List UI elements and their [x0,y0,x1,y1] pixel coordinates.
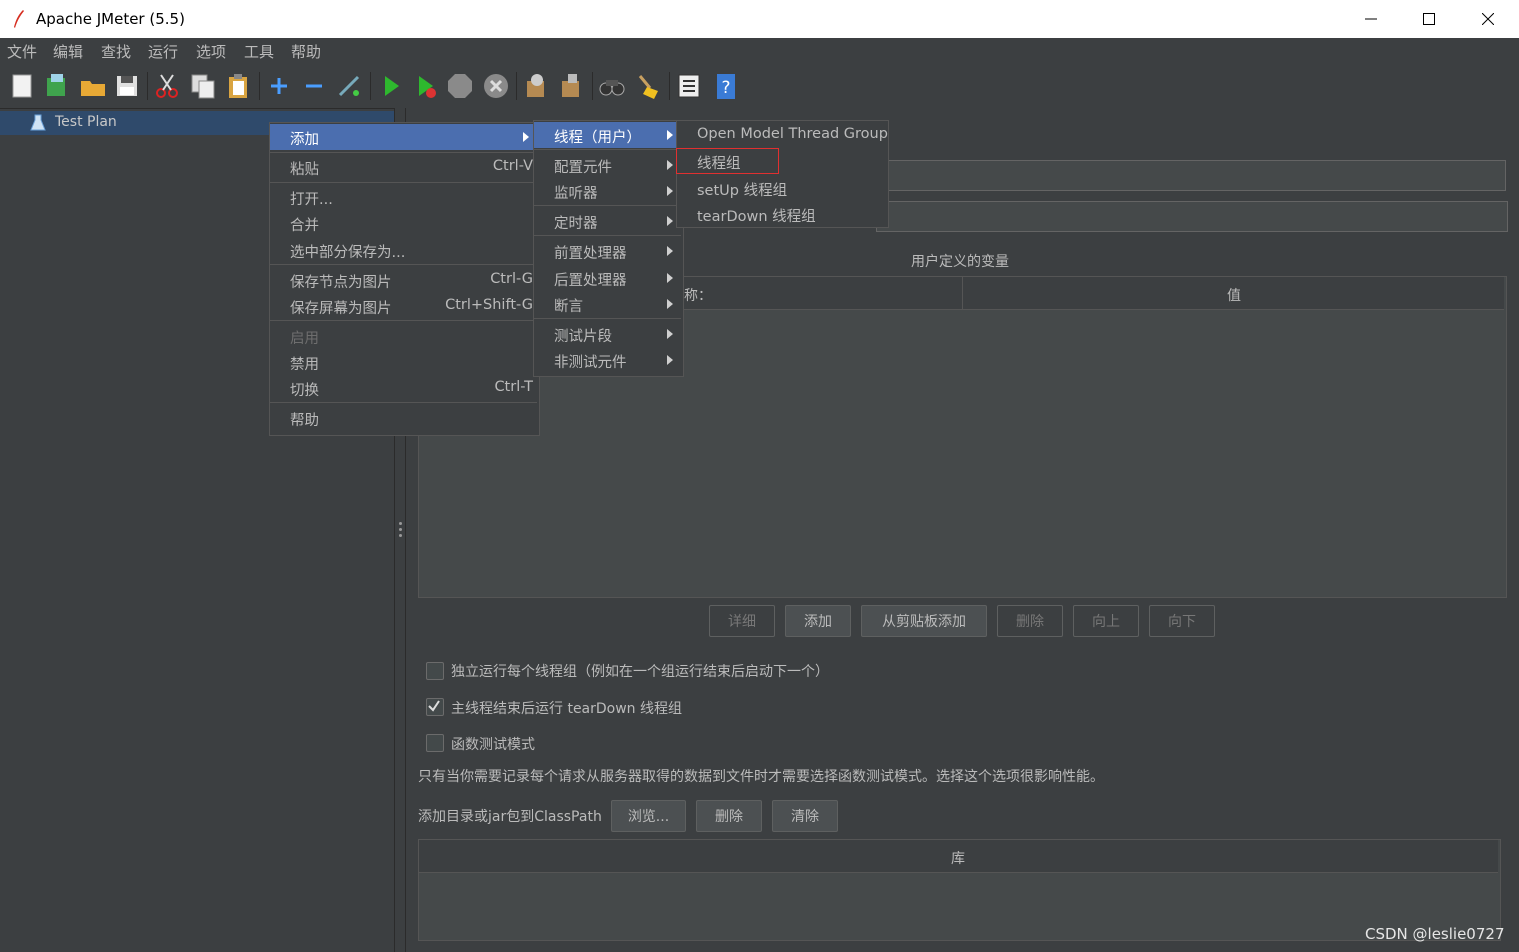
menu-help[interactable]: 帮助 [291,41,321,62]
function-helper-icon[interactable] [675,72,703,100]
save-icon[interactable] [113,72,141,100]
submenu-arrow-icon [523,132,529,142]
ctx-open[interactable]: 打开... [270,184,537,210]
browse-button[interactable]: 浏览... [611,800,686,832]
thread-group-item[interactable]: 线程组 [676,148,886,174]
ctx-save-screen-image[interactable]: 保存屏幕为图片 Ctrl+Shift-G [270,293,537,319]
classpath-delete-button[interactable]: 删除 [696,800,762,832]
minimize-button[interactable] [1342,0,1400,38]
cut-icon[interactable] [153,72,181,100]
library-col[interactable]: 库 [951,848,965,868]
menu-options[interactable]: 选项 [196,41,226,62]
close-button[interactable] [1459,0,1517,38]
down-button[interactable]: 向下 [1149,605,1215,637]
ctx-disable[interactable]: 禁用 [270,349,537,375]
ctx-save-selection[interactable]: 选中部分保存为... [270,237,537,263]
submenu-timer[interactable]: 定时器 [534,208,681,234]
ctx-help[interactable]: 帮助 [270,405,537,431]
classpath-label: 添加目录或jar包到ClassPath [418,809,602,825]
test-plan-flask-icon [30,114,46,131]
context-menu: 添加 粘贴 Ctrl-V 打开... 合并 选中部分保存为... 保存节点为图片 C… [269,122,540,436]
udv-col-name[interactable]: 称： [684,285,712,305]
search-binoculars-icon[interactable] [598,72,626,100]
name-field[interactable] [876,160,1506,191]
serial-threadgroups-label: 独立运行每个线程组（例如在一个组运行结束后启动下一个） [451,664,829,680]
csdn-watermark: CSDN @leslie0727 [1365,925,1505,943]
detail-button[interactable]: 详细 [709,605,775,637]
library-table-header: 库 [419,840,1498,873]
functional-mode-label: 函数测试模式 [451,737,535,753]
title-bar: Apache JMeter (5.5) [0,0,1519,38]
library-table[interactable]: 库 [418,839,1501,941]
up-button[interactable]: 向上 [1073,605,1139,637]
templates-icon[interactable] [43,72,71,100]
collapse-all-icon[interactable] [300,72,328,100]
stop-icon[interactable] [446,72,474,100]
ctx-add[interactable]: 添加 [270,124,537,150]
open-icon[interactable] [79,72,107,100]
expand-all-icon[interactable] [265,72,293,100]
minimize-icon [1365,18,1377,20]
paste-icon[interactable] [224,72,252,100]
functional-mode-note: 只有当你需要记录每个请求从服务器取得的数据到文件时才需要选择函数测试模式。选择这… [418,769,1104,785]
shutdown-icon[interactable] [482,72,510,100]
classpath-clear-button[interactable]: 清除 [772,800,838,832]
delete-button[interactable]: 删除 [997,605,1063,637]
udv-title: 用户定义的变量 [911,254,1009,270]
maximize-button[interactable] [1400,0,1458,38]
functional-mode-checkbox[interactable] [426,734,444,752]
help-icon[interactable]: ? [712,72,740,100]
close-icon [1482,13,1494,25]
submenu-test-fragment[interactable]: 测试片段 [534,321,681,347]
menu-file[interactable]: 文件 [7,41,37,62]
ctx-merge[interactable]: 合并 [270,210,537,236]
new-icon[interactable] [9,72,37,100]
check-icon [428,700,440,712]
comments-field[interactable] [876,201,1508,232]
teardown-checkbox[interactable] [426,698,444,716]
submenu-threads[interactable]: 线程（用户） [534,122,681,148]
ctx-paste[interactable]: 粘贴 Ctrl-V [270,154,537,180]
ctx-enable: 启用 [290,331,319,347]
submenu-post-processor[interactable]: 后置处理器 [534,265,681,291]
start-no-pauses-icon[interactable] [412,72,440,100]
submenu-non-test[interactable]: 非测试元件 [534,347,681,373]
highlight-box [676,148,779,174]
setup-thread-group-item[interactable]: setUp 线程组 [677,175,886,201]
udv-col-value[interactable]: 值 [1227,285,1241,305]
toggle-icon[interactable] [335,72,363,100]
ctx-save-node-image[interactable]: 保存节点为图片 Ctrl-G [270,267,537,293]
menu-edit[interactable]: 编辑 [53,41,83,62]
copy-icon[interactable] [189,72,217,100]
submenu-assertion[interactable]: 断言 [534,291,681,317]
add-button[interactable]: 添加 [785,605,851,637]
remote-stop-icon[interactable] [557,72,585,100]
menu-tools[interactable]: 工具 [244,41,274,62]
add-submenu: 线程（用户） 配置元件 监听器 定时器 前置处理器 后置处理器 断言 测试片段 … [533,120,684,377]
add-from-clipboard-button[interactable]: 从剪贴板添加 [861,605,987,637]
clear-broom-icon[interactable] [634,72,662,100]
svg-text:?: ? [721,78,730,98]
submenu-pre-processor[interactable]: 前置处理器 [534,238,681,264]
start-icon[interactable] [377,72,405,100]
window-title: Apache JMeter (5.5) [36,10,185,28]
jmeter-feather-icon [14,10,24,28]
tree-node-label: Test Plan [55,114,117,130]
menu-search[interactable]: 查找 [101,41,131,62]
ctx-toggle[interactable]: 切换 Ctrl-T [270,375,537,401]
toolbar: ? [0,64,1519,108]
maximize-icon [1423,13,1435,25]
remote-start-icon[interactable] [522,72,550,100]
serial-threadgroups-checkbox[interactable] [426,662,444,680]
teardown-thread-group-item[interactable]: tearDown 线程组 [677,201,886,227]
open-model-thread-group-item[interactable]: Open Model Thread Group [677,122,888,148]
menu-run[interactable]: 运行 [148,41,178,62]
threads-submenu: Open Model Thread Group 线程组 setUp 线程组 te… [676,120,889,228]
submenu-config[interactable]: 配置元件 [534,152,681,178]
teardown-label: 主线程结束后运行 tearDown 线程组 [451,701,683,717]
menu-bar: 文件 编辑 查找 运行 选项 工具 帮助 [0,38,1519,64]
submenu-listener[interactable]: 监听器 [534,178,681,204]
